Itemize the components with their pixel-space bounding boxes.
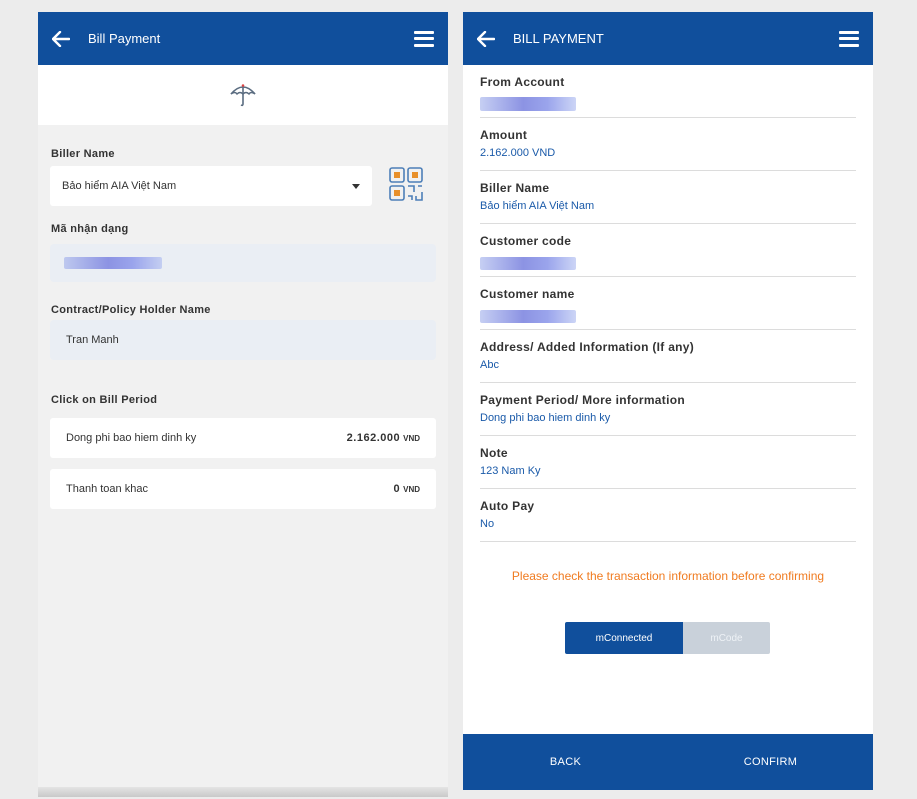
- biller-name-label: Biller Name: [51, 148, 115, 160]
- mconnected-option[interactable]: mConnected: [565, 622, 683, 654]
- bill-payment-confirm-screen: BILL PAYMENT From Account Amount 2.162.0…: [463, 12, 873, 790]
- dropdown-caret-icon: [352, 183, 360, 189]
- note-field: Note 123 Nam Ky: [480, 436, 856, 489]
- auth-method-toggle: mConnected mCode: [565, 622, 770, 654]
- masked-value: [480, 257, 576, 270]
- back-arrow-icon[interactable]: [477, 28, 499, 50]
- holder-name-label: Contract/Policy Holder Name: [51, 304, 211, 316]
- masked-value: [480, 310, 576, 323]
- back-arrow-icon[interactable]: [52, 28, 74, 50]
- bill-period-currency: VND: [403, 433, 420, 443]
- page-title: Bill Payment: [88, 31, 161, 46]
- bill-period-name: Dong phi bao hiem dinh ky: [66, 432, 197, 444]
- payment-period-field: Payment Period/ More information Dong ph…: [480, 383, 856, 436]
- hamburger-menu-icon[interactable]: [414, 30, 434, 47]
- back-button[interactable]: BACK: [463, 756, 668, 768]
- qr-scan-icon[interactable]: [388, 166, 424, 202]
- biller-name-value: Bảo hiểm AIA Việt Nam: [62, 180, 177, 192]
- confirm-button[interactable]: CONFIRM: [668, 756, 873, 768]
- confirmation-warning: Please check the transaction information…: [511, 569, 825, 583]
- amount-label: Amount: [480, 128, 528, 142]
- biller-logo-band: [38, 65, 448, 125]
- auto-pay-label: Auto Pay: [480, 499, 535, 513]
- holder-name-value: Tran Manh: [66, 334, 119, 346]
- app-header: Bill Payment: [38, 12, 448, 65]
- address-value: Abc: [480, 359, 499, 371]
- address-field: Address/ Added Information (If any) Abc: [480, 330, 856, 383]
- amount-field: Amount 2.162.000 VND: [480, 118, 856, 171]
- page-title: BILL PAYMENT: [513, 31, 604, 46]
- bill-period-name: Thanh toan khac: [66, 483, 148, 495]
- biller-name-field: Biller Name Bảo hiểm AIA Việt Nam: [480, 171, 856, 224]
- payment-period-value: Dong phi bao hiem dinh ky: [480, 412, 611, 424]
- customer-name-field: Customer name: [480, 277, 856, 330]
- biller-name-select[interactable]: Bảo hiểm AIA Việt Nam: [50, 166, 372, 206]
- note-value: 123 Nam Ky: [480, 465, 541, 477]
- bill-period-item[interactable]: Thanh toan khac 0 VND: [50, 469, 436, 509]
- mcode-option[interactable]: mCode: [683, 622, 770, 654]
- app-header: BILL PAYMENT: [463, 12, 873, 65]
- umbrella-icon: [230, 84, 256, 107]
- auto-pay-value: No: [480, 518, 495, 530]
- note-label: Note: [480, 446, 508, 460]
- payment-period-label: Payment Period/ More information: [480, 393, 685, 407]
- amount-value: 2.162.000 VND: [480, 147, 556, 159]
- action-footer: BACK CONFIRM: [463, 734, 873, 790]
- bill-period-currency: VND: [403, 484, 420, 494]
- holder-name-field[interactable]: Tran Manh: [50, 320, 436, 360]
- hamburger-menu-icon[interactable]: [839, 30, 859, 47]
- address-label: Address/ Added Information (If any): [480, 340, 695, 354]
- masked-value: [64, 257, 162, 269]
- from-account-field: From Account: [480, 65, 856, 118]
- screen-bottom-edge: [38, 787, 448, 797]
- biller-name-label: Biller Name: [480, 181, 550, 195]
- bill-period-label: Click on Bill Period: [51, 394, 158, 406]
- from-account-label: From Account: [480, 75, 565, 89]
- customer-name-label: Customer name: [480, 287, 575, 301]
- biller-name-value: Bảo hiểm AIA Việt Nam: [480, 200, 595, 212]
- transaction-details: From Account Amount 2.162.000 VND Biller…: [480, 65, 856, 542]
- bill-period-amount: 0: [393, 483, 401, 495]
- bill-period-amount: 2.162.000: [346, 432, 401, 444]
- customer-code-field: Customer code: [480, 224, 856, 277]
- masked-value: [480, 97, 576, 111]
- customer-code-label: Customer code: [480, 234, 572, 248]
- auto-pay-field: Auto Pay No: [480, 489, 856, 542]
- bill-period-item[interactable]: Dong phi bao hiem dinh ky 2.162.000 VND: [50, 418, 436, 458]
- identifier-field[interactable]: [50, 244, 436, 282]
- identifier-label: Mã nhận dạng: [51, 223, 129, 235]
- bill-payment-form-screen: Bill Payment Biller Name Bảo hiểm AIA Vi…: [38, 12, 448, 797]
